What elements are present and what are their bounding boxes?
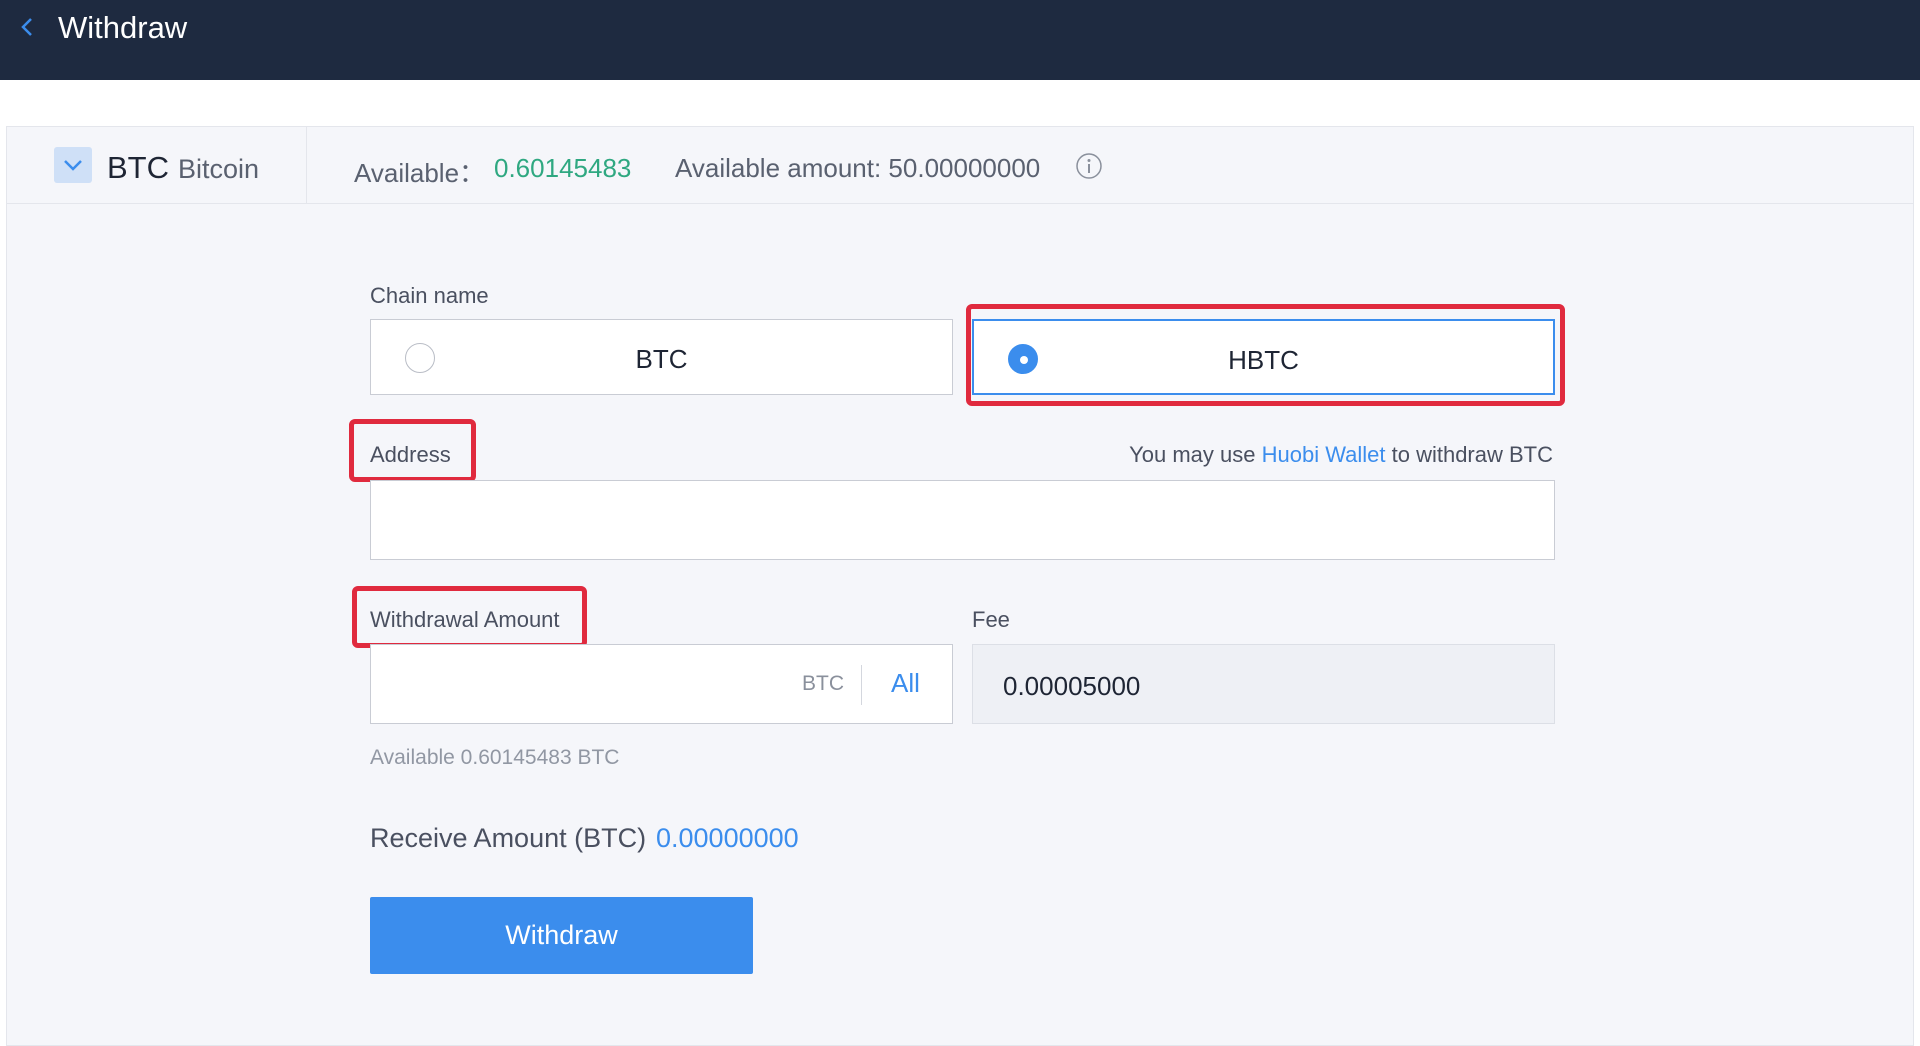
available-balance: 0.60145483 [494, 153, 632, 183]
chain-option-btc[interactable]: BTC [370, 319, 953, 395]
top-bar: Withdraw [0, 0, 1920, 80]
available-label: Available： [354, 158, 486, 188]
wallet-hint: You may use Huobi Wallet to withdraw BTC [1129, 442, 1553, 467]
withdrawal-amount-input[interactable] [371, 645, 791, 723]
amount-field: BTC All [370, 644, 953, 724]
receive-amount-label: Receive Amount (BTC) [370, 823, 647, 853]
chain-option-label: BTC [635, 344, 688, 374]
coin-name: Bitcoin [178, 154, 260, 184]
chevron-down-icon [64, 160, 82, 171]
withdraw-all-button[interactable]: All [891, 668, 920, 699]
receive-amount-value: 0.00000000 [656, 823, 799, 853]
info-icon[interactable] [1074, 151, 1104, 181]
chevron-left-icon [21, 18, 32, 36]
chain-name-label: Chain name [370, 283, 489, 308]
coin-symbol: BTC [107, 150, 169, 185]
coin-dropdown-toggle[interactable] [54, 147, 92, 183]
available-withdraw-limit: Available amount: 50.00000000 [675, 153, 1041, 183]
coin-selector[interactable]: BTC Bitcoin [7, 127, 307, 203]
unit-divider [861, 665, 862, 705]
withdraw-button[interactable]: Withdraw [370, 897, 753, 974]
address-input[interactable] [370, 480, 1555, 560]
chain-option-label: HBTC [1228, 345, 1299, 375]
fee-field: 0.00005000 [972, 644, 1555, 724]
chain-option-hbtc[interactable]: HBTC [972, 319, 1555, 395]
balance-header: BTC Bitcoin Available： 0.60145483 Availa… [7, 127, 1913, 204]
available-note: Available 0.60145483 BTC [370, 746, 620, 769]
fee-label: Fee [972, 607, 1010, 632]
huobi-wallet-link[interactable]: Huobi Wallet [1262, 442, 1386, 467]
amount-unit: BTC [802, 672, 844, 695]
back-button[interactable] [10, 8, 44, 46]
address-label: Address [370, 442, 451, 467]
fee-value: 0.00005000 [1003, 671, 1141, 701]
page-title: Withdraw [58, 10, 188, 45]
withdraw-panel: BTC Bitcoin Available： 0.60145483 Availa… [6, 126, 1914, 1046]
withdrawal-amount-label: Withdrawal Amount [370, 607, 560, 632]
